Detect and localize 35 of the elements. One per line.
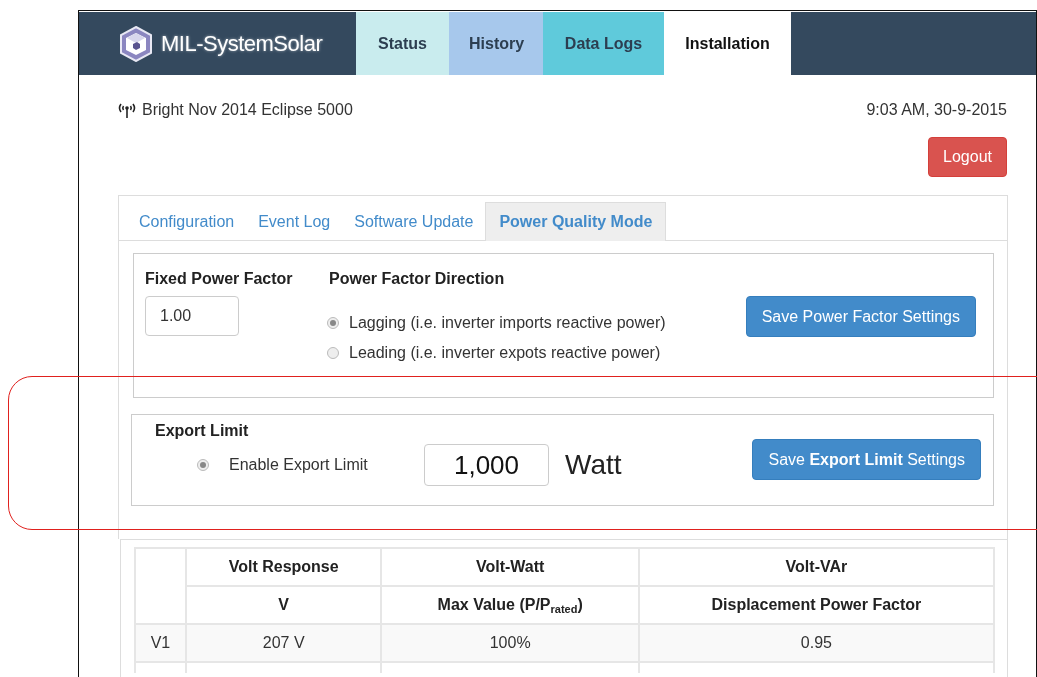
- save-power-factor-button[interactable]: Save Power Factor Settings: [745, 296, 976, 337]
- logout-button[interactable]: Logout: [928, 137, 1007, 177]
- save-export-limit-button[interactable]: Save Export Limit Settings: [752, 439, 981, 480]
- table-cell: 207 V: [185, 624, 382, 662]
- column-header: Volt Response: [185, 548, 382, 586]
- unit-label: Watt: [565, 449, 622, 481]
- nav-tab[interactable]: Installation: [664, 12, 791, 75]
- table-cell: 100%: [381, 624, 639, 662]
- device-name: Bright Nov 2014 Eclipse 5000: [142, 101, 353, 119]
- radio-button[interactable]: [327, 347, 339, 359]
- radio-button[interactable]: [197, 459, 209, 471]
- field-label: Power Factor Direction: [329, 270, 506, 288]
- power-factor-field[interactable]: 1.00: [145, 296, 239, 336]
- date-time: 9:03 AM, 30-9-2015: [866, 101, 1007, 119]
- radio-label: Enable Export Limit: [229, 456, 369, 474]
- cube-logo-icon: [119, 25, 153, 62]
- table-cell: 0.95: [638, 624, 994, 662]
- settings-tab[interactable]: Power Quality Mode: [485, 202, 667, 241]
- settings-tab[interactable]: Configuration: [127, 202, 247, 241]
- nav-tab[interactable]: Data Logs: [543, 12, 664, 75]
- radio-label: Lagging (i.e. inverter imports reactive power): [349, 314, 666, 332]
- app-name: MIL-SystemSolar: [161, 30, 323, 57]
- nav-tab[interactable]: History: [449, 12, 543, 75]
- settings-tab[interactable]: Event Log: [246, 202, 343, 241]
- field-label: Fixed Power Factor: [145, 270, 294, 288]
- radio-button[interactable]: [327, 317, 339, 329]
- export-limit-field[interactable]: 1,000: [424, 444, 549, 486]
- nav-tab[interactable]: Status: [356, 12, 449, 75]
- column-header: Volt-Watt: [381, 548, 639, 586]
- column-header: Volt-VAr: [638, 548, 994, 586]
- radio-label: Leading (i.e. inverter expots reactive power): [349, 344, 661, 362]
- antenna-icon: [117, 102, 137, 118]
- table-cell: V1: [135, 624, 186, 662]
- section-title: Export Limit: [155, 422, 250, 440]
- settings-tab[interactable]: Software Update: [342, 202, 486, 241]
